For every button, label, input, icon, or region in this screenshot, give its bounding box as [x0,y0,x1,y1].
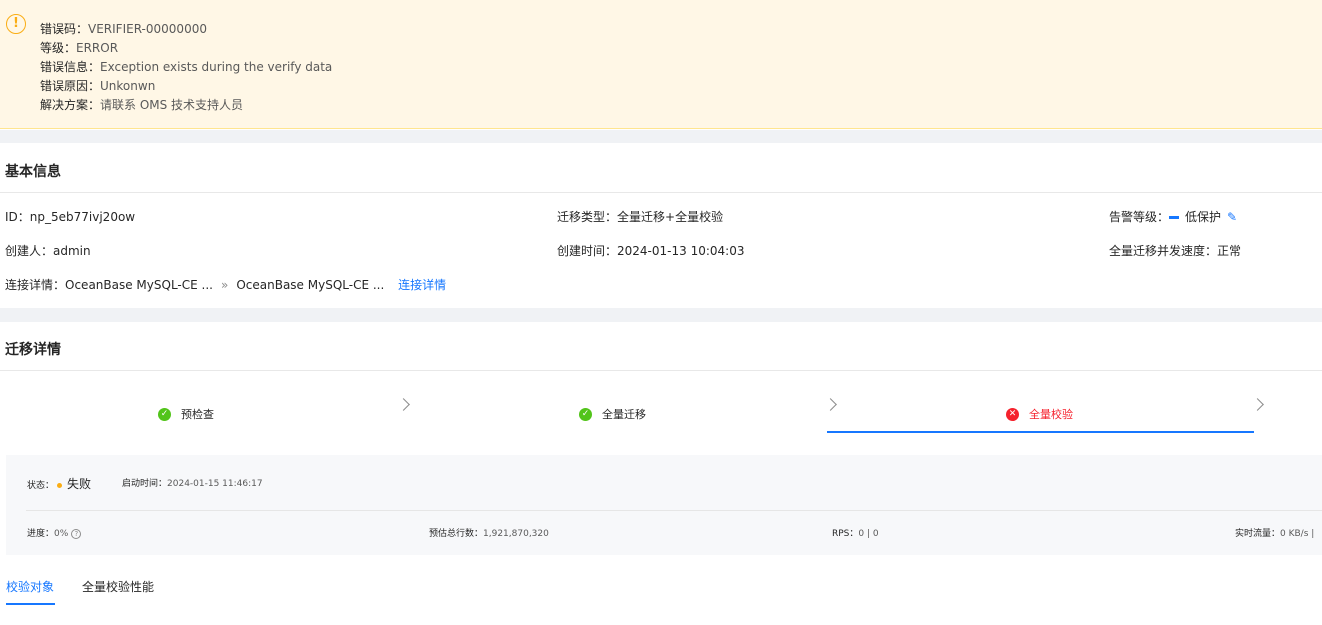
chevron-right-icon [824,398,837,411]
active-tab-underline [6,603,55,605]
migration-details-title: 迁移详情 [5,342,61,358]
id-field: ID：np_5eb77ivj20ow [5,210,136,224]
created-time-field: 创建时间：2024-01-13 10:04:03 [557,244,745,258]
tab-verification-objects[interactable]: 校验对象 [6,579,54,595]
check-circle-icon: ✓ [579,407,592,421]
step-full-verification[interactable]: ✕ 全量校验 [1006,404,1073,424]
error-alert: ! 错误码：VERIFIER-00000000 等级：ERROR 错误信息：Ex… [0,0,1322,129]
concurrency-speed-value: 正常 [1217,244,1242,258]
alarm-level-value: 低保护 [1185,210,1222,224]
double-chevron-icon: » [220,278,229,292]
connection-details-link[interactable]: 连接详情 [398,278,446,292]
start-time-field: 启动时间：2024-01-15 11:46:17 [122,479,263,489]
section-gap [0,130,1322,143]
step-full-migration[interactable]: ✓ 全量迁移 [579,404,646,424]
step-precheck[interactable]: ✓ 预检查 [158,404,214,424]
exclamation-circle-icon: ! [6,14,26,34]
migration-type-field: 迁移类型：全量迁移+全量校验 [557,210,724,224]
status-field: 状态： 失败 [27,477,92,491]
alert-line-level: 等级：ERROR [40,41,119,55]
alarm-level-indicator [1169,216,1180,219]
close-circle-icon: ✕ [1006,407,1019,421]
connection-field: 连接详情：OceanBase MySQL-CE ...» OceanBase My… [5,278,447,292]
tab-verification-performance[interactable]: 全量校验性能 [82,579,154,595]
active-step-underline [827,431,1254,433]
progress-field: 进度：0%? [27,527,82,541]
alarm-level-field: 告警等级： 低保护 ✎ [1109,209,1238,225]
progress-value: 0% [54,529,69,539]
alert-lines: 错误码：VERIFIER-00000000 等级：ERROR 错误信息：Exce… [40,20,332,115]
status-panel-divider [26,510,1322,511]
concurrency-speed-field: 全量迁移并发速度：正常 [1109,244,1242,258]
status-value: 失败 [67,477,92,491]
realtime-traffic-field: 实时流量：0 KB/s | [1235,529,1315,539]
rps-value: 0 | 0 [858,529,879,539]
migration-details-divider [0,370,1322,371]
start-time-value: 2024-01-15 11:46:17 [167,479,263,489]
basic-info-divider [0,192,1322,193]
check-circle-icon: ✓ [158,407,171,421]
edit-icon[interactable]: ✎ [1227,209,1237,225]
realtime-traffic-value: 0 KB/s | [1280,529,1315,539]
rps-field: RPS：0 | 0 [832,529,879,539]
connection-target: OceanBase MySQL-CE ... [236,278,385,292]
id-value: np_5eb77ivj20ow [29,210,136,224]
created-time-value: 2024-01-13 10:04:03 [617,244,745,258]
alert-line-solution: 解决方案：请联系 OMS 技术支持人员 [40,98,244,112]
chevron-right-icon [397,398,410,411]
question-circle-icon[interactable]: ? [71,528,82,539]
estimated-rows-value: 1,921,870,320 [483,529,549,539]
basic-info-title: 基本信息 [5,164,61,180]
alert-line-error-code: 错误码：VERIFIER-00000000 [40,22,207,36]
section-gap-2 [0,308,1322,322]
alert-line-message: 错误信息：Exception exists during the verify … [40,60,333,74]
alert-line-cause: 错误原因：Unkonwn [40,79,156,93]
migration-type-value: 全量迁移+全量校验 [617,210,724,224]
creator-field: 创建人：admin [5,244,91,258]
chevron-right-icon [1251,398,1264,411]
creator-value: admin [53,244,91,258]
estimated-rows-field: 预估总行数：1,921,870,320 [429,529,549,539]
status-dot [57,482,63,488]
status-panel [6,455,1322,555]
connection-source: OceanBase MySQL-CE ... [65,278,213,292]
